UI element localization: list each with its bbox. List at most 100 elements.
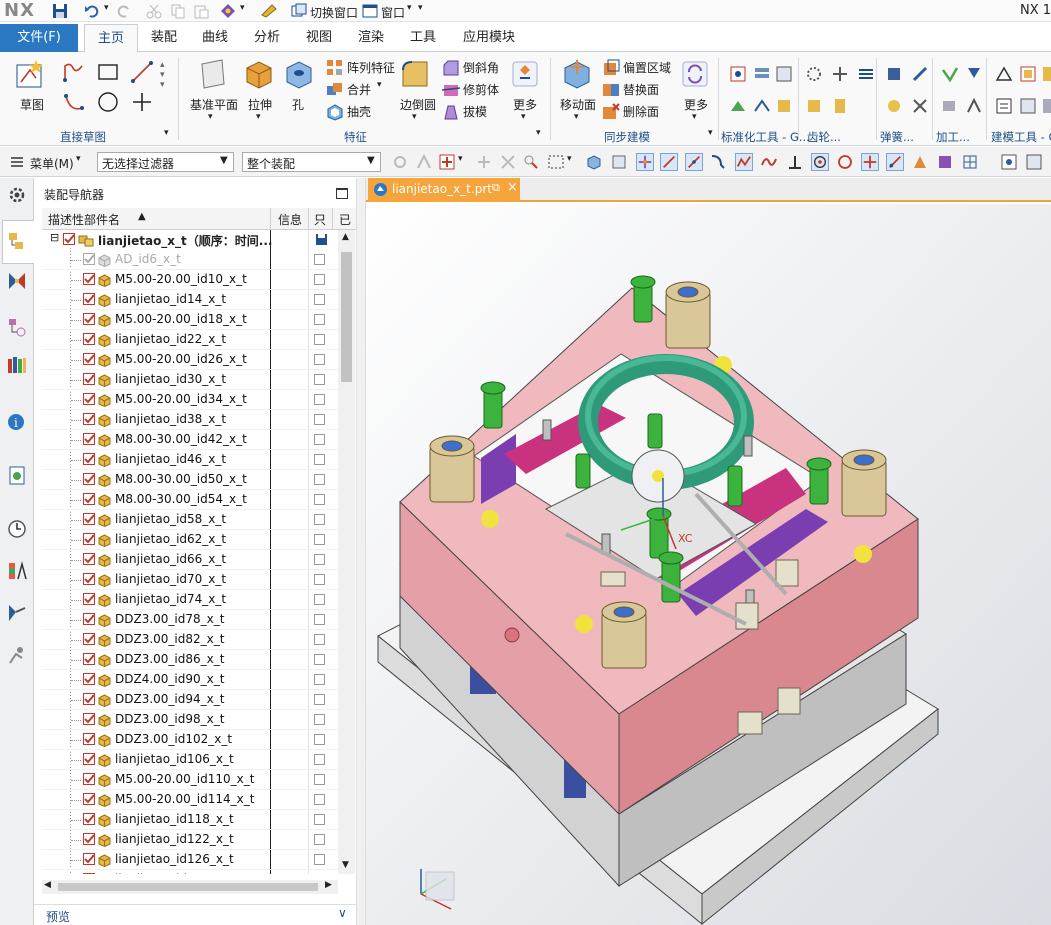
snap-quadrant-icon[interactable] bbox=[836, 153, 854, 171]
col-modified[interactable]: 已 bbox=[339, 211, 351, 228]
cut-icon[interactable] bbox=[146, 3, 162, 19]
readonly-checkbox[interactable] bbox=[314, 754, 325, 765]
readonly-checkbox[interactable] bbox=[314, 634, 325, 645]
readonly-checkbox[interactable] bbox=[314, 394, 325, 405]
visibility-checkbox[interactable] bbox=[83, 633, 95, 645]
tree-row[interactable]: M8.00-30.00_id50_x_t bbox=[42, 470, 338, 490]
col-readonly[interactable]: 只 bbox=[314, 211, 326, 228]
modeling-tool-icon-1[interactable] bbox=[994, 64, 1014, 84]
visibility-checkbox[interactable] bbox=[83, 833, 95, 845]
shell-icon[interactable] bbox=[325, 102, 345, 122]
visibility-checkbox[interactable] bbox=[83, 813, 95, 825]
scroll-left-icon[interactable]: ◀ bbox=[44, 880, 51, 890]
readonly-checkbox[interactable] bbox=[314, 294, 325, 305]
gear-tool-icon-3[interactable] bbox=[830, 64, 850, 84]
tree-row[interactable]: lianjietao_id62_x_t bbox=[42, 530, 338, 550]
draft-button[interactable]: 拔模 bbox=[463, 103, 487, 120]
mold-assembly-model[interactable] bbox=[366, 204, 1051, 925]
datum-plane-icon[interactable] bbox=[198, 58, 228, 90]
profile-icon[interactable] bbox=[62, 60, 86, 84]
edge-blend-icon[interactable] bbox=[400, 58, 430, 90]
tab-view[interactable]: 视图 bbox=[297, 24, 341, 52]
touch-mode-icon[interactable] bbox=[260, 3, 278, 19]
machining-icon-1[interactable] bbox=[940, 64, 960, 84]
sort-ascending-icon[interactable]: ▲ bbox=[138, 211, 146, 222]
trim-body-button[interactable]: 修剪体 bbox=[463, 81, 499, 98]
pattern-feature-button[interactable]: 阵列特征 bbox=[347, 59, 395, 76]
scroll-thumb[interactable] bbox=[341, 252, 352, 382]
tree-root-row[interactable]: ⊟ lianjietao_x_t（顺序：时间... bbox=[42, 230, 338, 250]
part-file-tab[interactable]: lianjietao_x_t.prt ⧉ × bbox=[368, 178, 520, 202]
visibility-checkbox[interactable] bbox=[83, 773, 95, 785]
std-part-icon-5[interactable] bbox=[752, 96, 772, 116]
readonly-checkbox[interactable] bbox=[314, 454, 325, 465]
menu-dropdown-icon[interactable]: ▾ bbox=[76, 154, 81, 164]
selection-scope-select[interactable]: 整个装配 ▼ bbox=[242, 152, 381, 172]
part-navigator-icon[interactable] bbox=[6, 316, 28, 338]
line-icon[interactable] bbox=[130, 60, 154, 84]
sketch-icon[interactable] bbox=[14, 58, 48, 90]
col-info[interactable]: 信息 bbox=[278, 211, 302, 228]
readonly-checkbox[interactable] bbox=[314, 534, 325, 545]
shell-button[interactable]: 抽壳 bbox=[347, 103, 371, 120]
tree-row[interactable]: M8.00-30.00_id42_x_t bbox=[42, 430, 338, 450]
undo-icon[interactable] bbox=[84, 3, 100, 19]
constraint-navigator-icon[interactable] bbox=[6, 270, 28, 292]
tree-row[interactable]: lianjietao_id130_x_t bbox=[42, 870, 338, 874]
readonly-checkbox[interactable] bbox=[314, 854, 325, 865]
snap-center-icon[interactable] bbox=[811, 153, 829, 171]
sync-group-menu-icon[interactable]: ▾ bbox=[708, 128, 713, 138]
root-visibility-checkbox[interactable] bbox=[63, 233, 75, 245]
panel-splitter[interactable] bbox=[356, 178, 366, 925]
tree-row[interactable]: lianjietao_id74_x_t bbox=[42, 590, 338, 610]
arc-icon[interactable] bbox=[62, 90, 86, 114]
snap-control-icon[interactable] bbox=[709, 153, 727, 171]
preview-section[interactable]: 预览 ∨ bbox=[34, 904, 356, 925]
switch-window-icon[interactable] bbox=[291, 3, 307, 19]
more-features-icon[interactable] bbox=[510, 58, 540, 90]
assembly-navigator-icon[interactable] bbox=[6, 230, 28, 252]
switch-window-button[interactable]: 切换窗口 bbox=[310, 4, 358, 21]
move-face-button[interactable]: 移动面 bbox=[560, 96, 596, 113]
web-browser-icon[interactable] bbox=[6, 464, 28, 486]
scroll-down-icon[interactable]: ▼ bbox=[342, 860, 349, 870]
history-icon[interactable] bbox=[6, 518, 28, 540]
feature-group-menu-icon[interactable]: ▾ bbox=[536, 128, 541, 138]
scroll-right-icon[interactable]: ▶ bbox=[325, 880, 332, 890]
visibility-checkbox[interactable] bbox=[83, 413, 95, 425]
tree-vertical-scrollbar[interactable]: ▲ ▼ bbox=[338, 230, 355, 874]
machining-icon-3[interactable] bbox=[940, 96, 960, 116]
readonly-checkbox[interactable] bbox=[314, 434, 325, 445]
visibility-checkbox[interactable] bbox=[83, 653, 95, 665]
spring-tool-icon-1[interactable] bbox=[856, 64, 876, 84]
redo-icon[interactable] bbox=[116, 3, 132, 19]
modeling-tool-icon-2[interactable] bbox=[1018, 64, 1038, 84]
sketch-button[interactable]: 草图 bbox=[20, 96, 44, 113]
readonly-checkbox[interactable] bbox=[314, 514, 325, 525]
extrude-icon[interactable] bbox=[243, 58, 275, 90]
readonly-checkbox[interactable] bbox=[314, 714, 325, 725]
unite-button[interactable]: 合并 bbox=[347, 81, 371, 98]
snap-grid-icon[interactable] bbox=[961, 153, 979, 171]
readonly-checkbox[interactable] bbox=[314, 554, 325, 565]
visibility-checkbox[interactable] bbox=[83, 573, 95, 585]
readonly-checkbox[interactable] bbox=[314, 694, 325, 705]
preview-expand-icon[interactable]: ∨ bbox=[338, 906, 347, 920]
view-zoom-icon[interactable] bbox=[1025, 153, 1043, 171]
readonly-checkbox[interactable] bbox=[314, 414, 325, 425]
readonly-checkbox[interactable] bbox=[314, 794, 325, 805]
readonly-checkbox[interactable] bbox=[314, 474, 325, 485]
visibility-checkbox[interactable] bbox=[83, 873, 95, 874]
tab-applications[interactable]: 应用模块 bbox=[453, 24, 525, 52]
readonly-checkbox[interactable] bbox=[314, 314, 325, 325]
system-materials-icon[interactable] bbox=[6, 560, 28, 582]
tree-row[interactable]: lianjietao_id30_x_t bbox=[42, 370, 338, 390]
snap-endpoint-icon[interactable] bbox=[660, 153, 678, 171]
snap-icon-3[interactable] bbox=[475, 153, 493, 171]
visibility-checkbox[interactable] bbox=[83, 553, 95, 565]
select-mode-icon[interactable] bbox=[438, 153, 456, 171]
type-filter-select[interactable]: 无选择过滤器 ▼ bbox=[97, 152, 234, 172]
circle-icon[interactable] bbox=[96, 90, 120, 114]
visibility-checkbox[interactable] bbox=[83, 513, 95, 525]
snap-existing-point-icon[interactable] bbox=[861, 153, 879, 171]
